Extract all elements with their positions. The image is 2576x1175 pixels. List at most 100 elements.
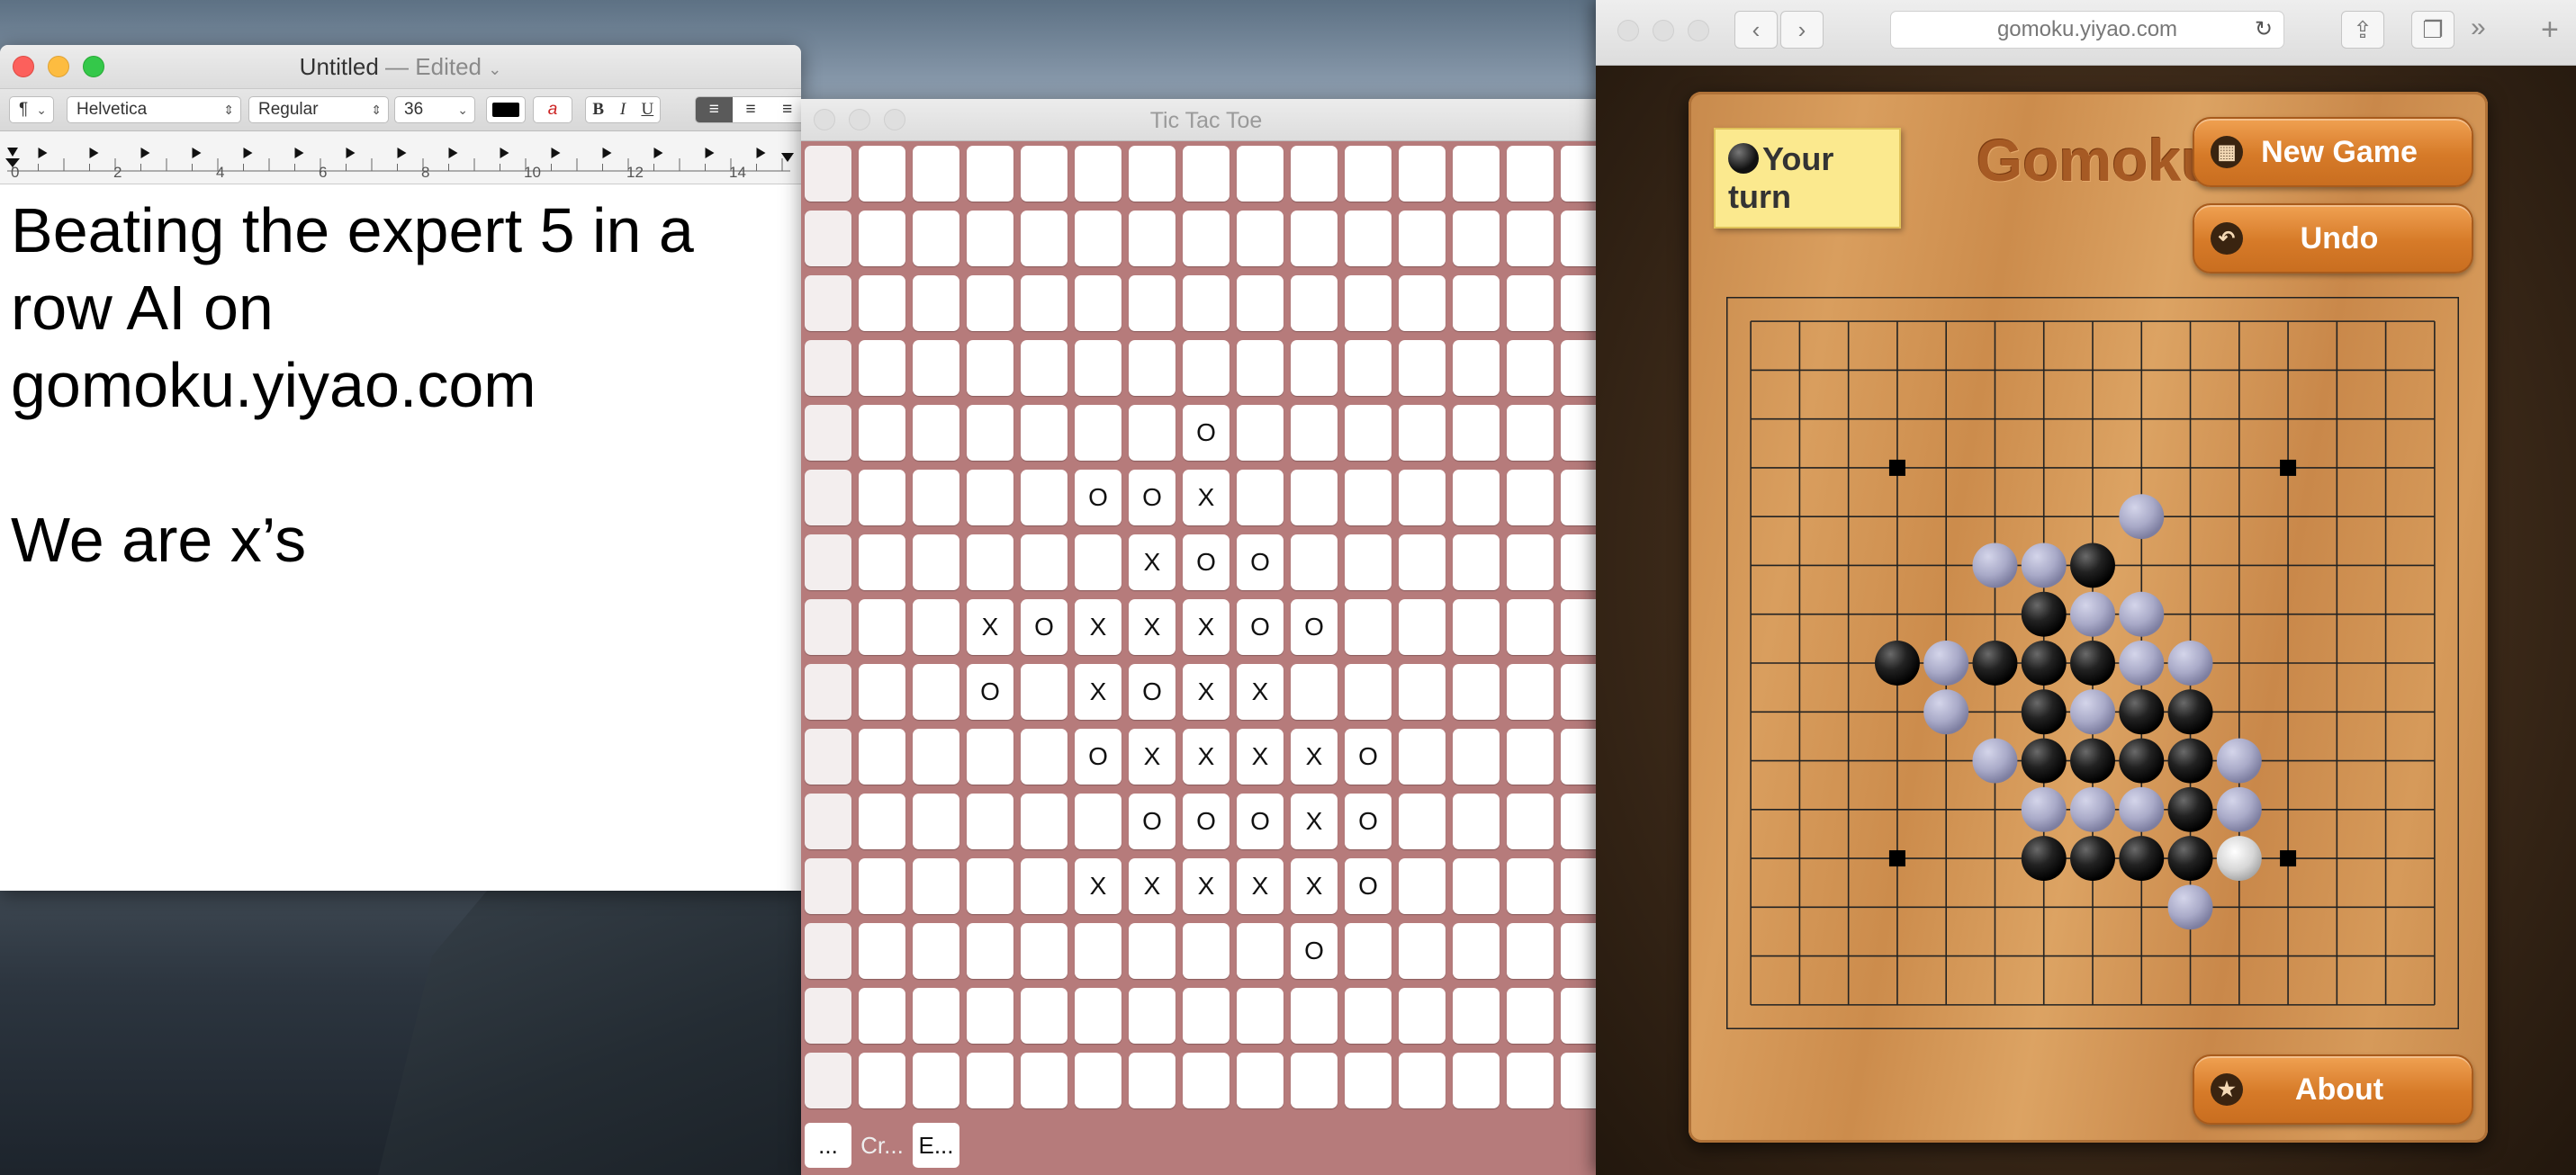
tictactoe-cell[interactable]	[1399, 470, 1446, 525]
tictactoe-cell[interactable]	[1183, 923, 1229, 979]
tictactoe-cell[interactable]	[1453, 340, 1500, 396]
tictactoe-cell[interactable]	[1399, 340, 1446, 396]
tictactoe-cell[interactable]	[1183, 340, 1229, 396]
tictactoe-cell[interactable]: O	[1129, 664, 1175, 720]
tictactoe-cell[interactable]	[1345, 211, 1392, 266]
tictactoe-cell[interactable]	[1345, 470, 1392, 525]
tictactoe-cell[interactable]	[1345, 405, 1392, 461]
tictactoe-cell[interactable]	[913, 340, 959, 396]
tictactoe-cell[interactable]	[1399, 729, 1446, 785]
tictactoe-cell[interactable]	[1345, 146, 1392, 202]
italic-button[interactable]: I	[610, 97, 635, 122]
tictactoe-cell[interactable]	[1075, 146, 1121, 202]
tictactoe-cell[interactable]	[1345, 599, 1392, 655]
tictactoe-cell[interactable]: O	[1237, 534, 1283, 590]
tictactoe-cell[interactable]	[1021, 340, 1067, 396]
tictactoe-cell[interactable]	[1507, 923, 1554, 979]
tictactoe-cell[interactable]: X	[1183, 599, 1229, 655]
tictactoe-cell[interactable]: X	[1291, 729, 1338, 785]
tictactoe-cell[interactable]: O	[1183, 405, 1229, 461]
tictactoe-cell[interactable]	[859, 664, 905, 720]
tictactoe-cell[interactable]	[1507, 405, 1554, 461]
tictactoe-cell[interactable]	[1291, 146, 1338, 202]
tictactoe-cell[interactable]	[1237, 988, 1283, 1044]
tictactoe-cell[interactable]	[1291, 211, 1338, 266]
tictactoe-cell[interactable]	[1075, 340, 1121, 396]
tictactoe-cell[interactable]	[1183, 1053, 1229, 1108]
tictactoe-cell[interactable]	[1075, 405, 1121, 461]
tictactoe-cell[interactable]	[1129, 211, 1175, 266]
undo-button[interactable]: ↶ Undo	[2193, 203, 2473, 274]
tictactoe-cell[interactable]	[805, 470, 851, 525]
tictactoe-cell[interactable]	[859, 923, 905, 979]
minimize-button[interactable]	[1653, 20, 1674, 41]
font-size-combo[interactable]: 36 ⌄	[394, 96, 475, 123]
tictactoe-cell[interactable]	[805, 729, 851, 785]
tictactoe-cell[interactable]	[967, 534, 1013, 590]
tictactoe-cell[interactable]	[859, 794, 905, 849]
tictactoe-cell[interactable]	[913, 211, 959, 266]
tictactoe-cell[interactable]	[1507, 599, 1554, 655]
bold-button[interactable]: B	[586, 97, 610, 122]
tictactoe-cell[interactable]	[1453, 405, 1500, 461]
text-color-well[interactable]	[486, 96, 526, 123]
tictactoe-cell[interactable]	[1237, 340, 1283, 396]
tictactoe-cell[interactable]	[1453, 858, 1500, 914]
tictactoe-cell[interactable]	[1507, 275, 1554, 331]
tictactoe-cell[interactable]	[1075, 211, 1121, 266]
tictactoe-cell[interactable]	[805, 1053, 851, 1108]
tictactoe-cell[interactable]	[1453, 664, 1500, 720]
tictactoe-cell[interactable]	[1345, 340, 1392, 396]
tictactoe-cell[interactable]	[805, 275, 851, 331]
tictactoe-cell[interactable]: X	[1129, 599, 1175, 655]
more-toolbar-icon[interactable]: »	[2471, 13, 2486, 43]
tictactoe-cell[interactable]	[805, 405, 851, 461]
tictactoe-cell[interactable]	[1507, 470, 1554, 525]
tictactoe-cell[interactable]	[1453, 1053, 1500, 1108]
tictactoe-cell[interactable]	[913, 923, 959, 979]
tictactoe-cell[interactable]: O	[1129, 470, 1175, 525]
tictactoe-cell[interactable]	[1453, 534, 1500, 590]
tictactoe-cell[interactable]	[1507, 146, 1554, 202]
tictactoe-cell[interactable]	[805, 599, 851, 655]
tictactoe-cell[interactable]	[1129, 923, 1175, 979]
tictactoe-cell[interactable]: X	[1129, 858, 1175, 914]
tictactoe-cell[interactable]	[1237, 146, 1283, 202]
tictactoe-cell[interactable]	[967, 470, 1013, 525]
tictactoe-cell[interactable]	[1507, 794, 1554, 849]
tictactoe-cell[interactable]	[1183, 146, 1229, 202]
tictactoe-cell[interactable]: O	[1237, 599, 1283, 655]
tictactoe-cell[interactable]	[1399, 146, 1446, 202]
tictactoe-cell[interactable]	[1399, 664, 1446, 720]
tictactoe-cell[interactable]	[913, 664, 959, 720]
tictactoe-cell[interactable]: O	[1291, 599, 1338, 655]
tictactoe-cell[interactable]: O	[1183, 534, 1229, 590]
tictactoe-cell[interactable]	[805, 988, 851, 1044]
tictactoe-cell[interactable]	[1021, 923, 1067, 979]
tictactoe-cell[interactable]	[805, 340, 851, 396]
tictactoe-cell[interactable]	[1021, 729, 1067, 785]
tictactoe-cell[interactable]	[1453, 729, 1500, 785]
tictactoe-cell[interactable]	[805, 534, 851, 590]
tictactoe-cell[interactable]	[1183, 275, 1229, 331]
tictactoe-cell[interactable]	[913, 405, 959, 461]
tictactoe-cell[interactable]	[1183, 988, 1229, 1044]
tictactoe-cell[interactable]	[967, 146, 1013, 202]
tictactoe-cell[interactable]: O	[967, 664, 1013, 720]
tictactoe-cell[interactable]	[1237, 923, 1283, 979]
tictactoe-cell[interactable]	[1345, 923, 1392, 979]
tictactoe-cell[interactable]	[805, 664, 851, 720]
align-center-icon[interactable]: ≡	[733, 97, 770, 122]
tictactoe-cell[interactable]	[967, 729, 1013, 785]
tictactoe-cell[interactable]	[913, 858, 959, 914]
forward-button[interactable]: ›	[1780, 11, 1824, 49]
tictactoe-cell[interactable]	[1507, 988, 1554, 1044]
tictactoe-cell[interactable]	[1453, 470, 1500, 525]
about-button[interactable]: ★ About	[2193, 1054, 2473, 1125]
tictactoe-cell[interactable]	[1399, 923, 1446, 979]
tictactoe-cell[interactable]	[913, 988, 959, 1044]
tictactoe-cell[interactable]	[967, 1053, 1013, 1108]
underline-button[interactable]: U	[635, 97, 660, 122]
tictactoe-cell[interactable]	[967, 794, 1013, 849]
tictactoe-cell[interactable]	[1345, 988, 1392, 1044]
